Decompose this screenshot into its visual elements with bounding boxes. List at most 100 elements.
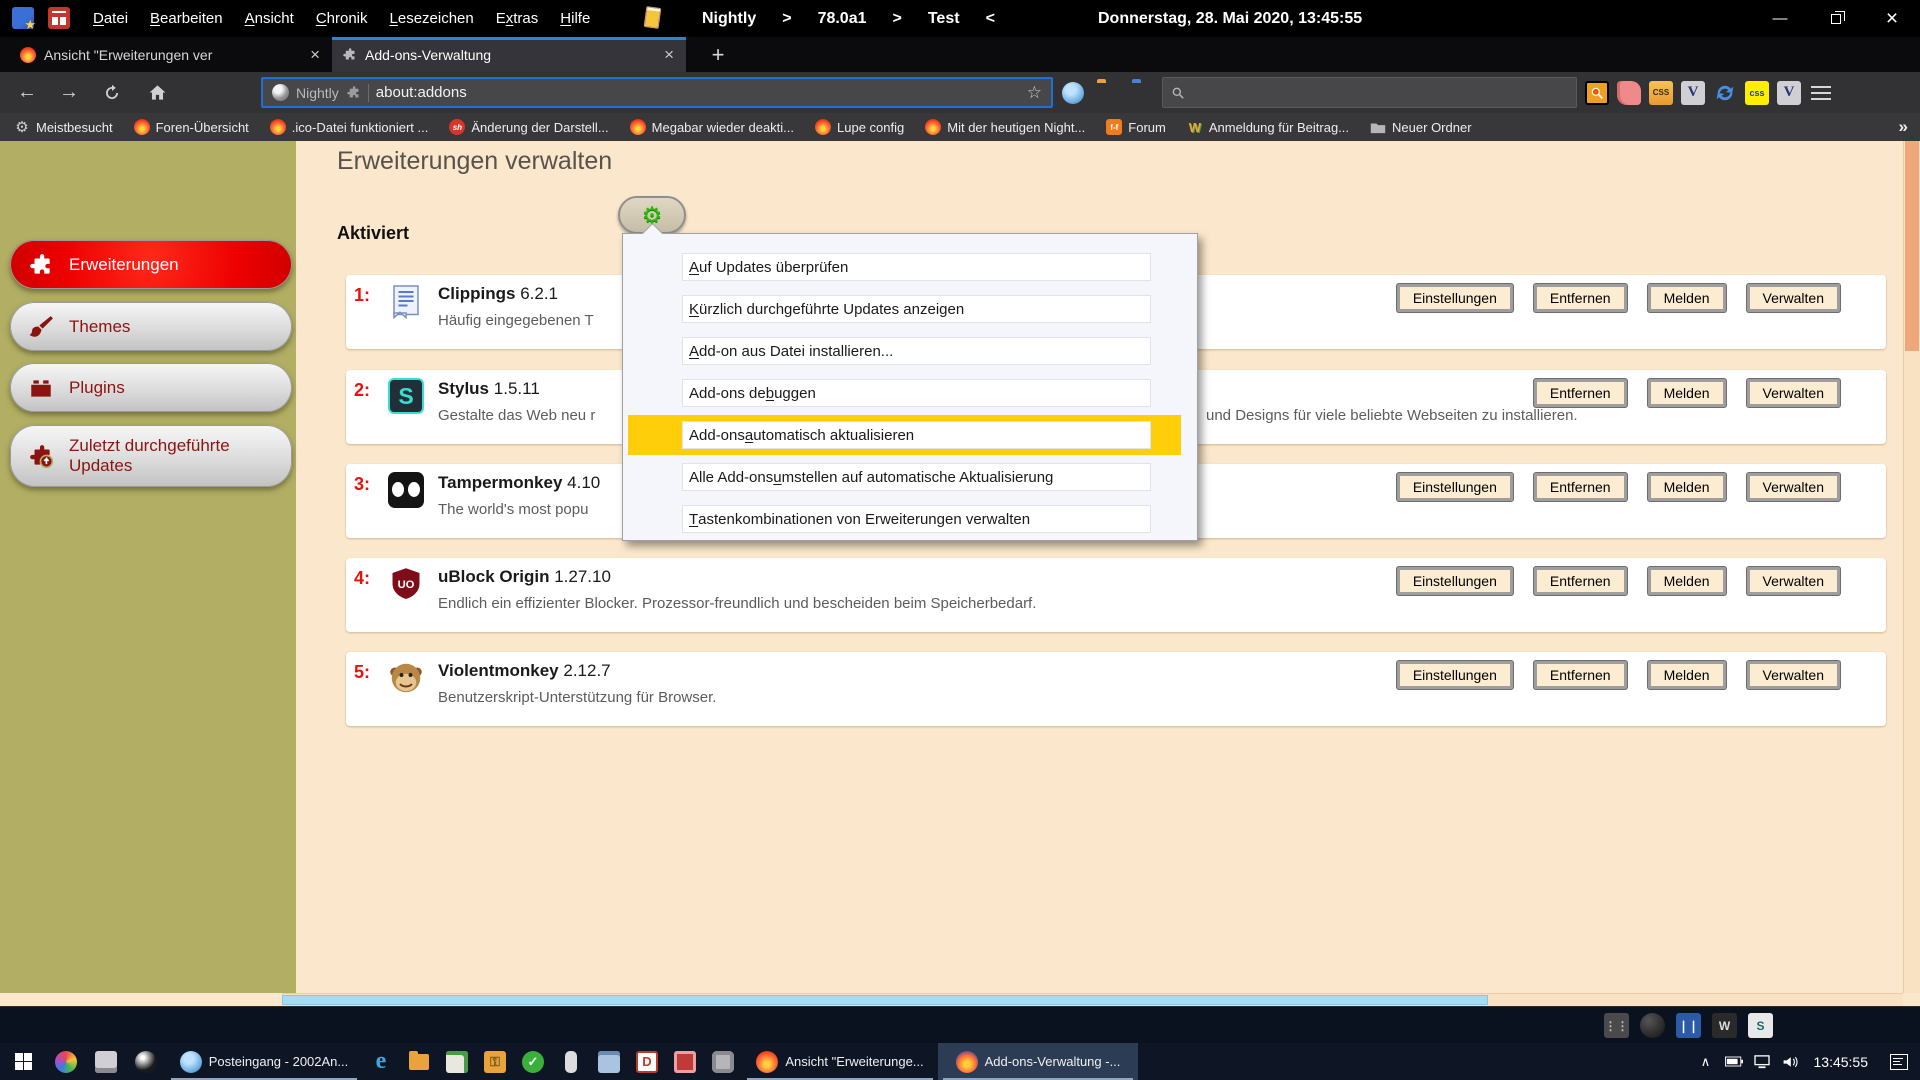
volume-icon[interactable] [1776,1043,1804,1080]
menu-datei[interactable]: Datei [82,10,139,27]
melden-button[interactable]: Melden [1648,567,1726,595]
melden-button[interactable]: Melden [1648,473,1726,501]
verwalten-button[interactable]: Verwalten [1747,661,1840,689]
menu-chronik[interactable]: Chronik [305,10,379,27]
verwalten-button[interactable]: Verwalten [1747,379,1840,407]
bookmark-star-icon[interactable]: ☆ [1027,83,1042,103]
sidebar-item-erweiterungen[interactable]: Erweiterungen [10,240,292,289]
bookmark-item[interactable]: Lupe config [815,119,904,135]
taskbar-clock[interactable]: 13:45:55 [1804,1043,1879,1080]
bookmark-item[interactable]: Mit der heutigen Night... [925,119,1085,135]
tray-flyout-icon-blue-book[interactable]: ❘❘ [1676,1013,1701,1038]
css-extension-icon[interactable]: css [1745,81,1769,105]
tab-addons-verwaltung-active[interactable]: Add-ons-Verwaltung × [332,37,686,72]
menu-item-addons-debuggen[interactable]: Add-ons debuggen [623,372,1197,414]
bookmark-item[interactable]: WAnmeldung für Beitrag... [1187,119,1349,135]
script-scroll-extension-icon[interactable] [1617,81,1641,105]
vertical-scrollbar[interactable] [1903,141,1920,993]
menu-bearbeiten[interactable]: Bearbeiten [139,10,234,27]
entfernen-button[interactable]: Entfernen [1534,567,1627,595]
magnifier-extension-icon[interactable] [1585,81,1609,105]
tray-expand-chevron[interactable]: ∧ [1692,1043,1720,1080]
entfernen-button[interactable]: Entfernen [1534,284,1627,312]
menu-item-automatisch-aktualisieren-highlighted[interactable]: Add-ons automatisch aktualisieren [623,414,1197,456]
taskbar-key-app-icon[interactable]: ⚿ [476,1043,514,1080]
tab-erweiterungen-ansicht[interactable]: Ansicht "Erweiterungen ver × [10,37,332,72]
einstellungen-button[interactable]: Einstellungen [1397,567,1513,595]
taskbar-edge-icon[interactable]: e [362,1043,400,1080]
tab-close-icon[interactable]: × [662,45,676,65]
menu-lesezeichen[interactable]: Lesezeichen [379,10,485,27]
bookmark-item[interactable]: .ico-Datei funktioniert ... [270,119,429,135]
start-button[interactable] [0,1043,46,1080]
reload-button[interactable] [95,77,129,108]
home-button[interactable] [140,77,174,108]
back-button[interactable]: ← [10,77,44,108]
taskbar-dark-globe-icon[interactable] [126,1043,166,1080]
melden-button[interactable]: Melden [1648,284,1726,312]
bookmark-item[interactable]: shÄnderung der Darstell... [449,119,608,135]
entfernen-button[interactable]: Entfernen [1534,473,1627,501]
melden-button[interactable]: Melden [1648,661,1726,689]
library-folder-icon[interactable] [1132,82,1154,104]
pinned-window-star-icon[interactable] [12,7,34,29]
menu-item-updates-anzeigen[interactable]: Kürzlich durchgeführte Updates anzeigen [623,288,1197,330]
menu-hilfe[interactable]: Hilfe [549,10,601,27]
minimize-button[interactable]: — [1752,0,1808,37]
taskbar-red-monitor-app-icon[interactable] [666,1043,704,1080]
taskbar-camera-app-icon[interactable] [704,1043,742,1080]
menu-item-addon-aus-datei[interactable]: Add-on aus Datei installieren... [623,330,1197,372]
menu-extras[interactable]: Extras [485,10,550,27]
vertical-scrollbar-thumb[interactable] [1905,141,1919,351]
sidebar-item-plugins[interactable]: Plugins [10,363,292,412]
taskbar-color-wheel-icon[interactable] [46,1043,86,1080]
bookmarks-overflow-chevron[interactable]: » [1899,117,1908,137]
addon-card-ublock[interactable]: 4: UO uBlock Origin 1.27.10 Endlich ein … [346,558,1886,632]
menu-item-tastenkombinationen[interactable]: Tastenkombinationen von Erweiterungen ve… [623,498,1197,540]
tray-flyout-icon-grid[interactable]: ⋮⋮ [1604,1013,1629,1038]
sidebar-item-themes[interactable]: Themes [10,302,292,351]
action-center-button[interactable] [1878,1043,1920,1080]
entfernen-button[interactable]: Entfernen [1534,661,1627,689]
close-button[interactable]: × [1864,0,1920,37]
bookmark-item[interactable]: Megabar wieder deakti... [630,119,794,135]
network-icon[interactable] [1748,1043,1776,1080]
tray-flyout-icon-s[interactable]: S [1748,1013,1773,1038]
taskbar-antivirus-check-icon[interactable]: ✓ [514,1043,552,1080]
new-tab-button[interactable]: + [700,37,736,72]
verwalten-button[interactable]: Verwalten [1747,473,1840,501]
verwalten-button[interactable]: Verwalten [1747,567,1840,595]
entfernen-button[interactable]: Entfernen [1534,379,1627,407]
battery-icon[interactable] [1720,1043,1748,1080]
v-extension-icon[interactable]: V [1681,81,1705,105]
url-bar[interactable]: Nightly about:addons ☆ [261,77,1053,108]
bookmark-item[interactable]: f-fForum [1106,119,1166,135]
menu-item-alle-umstellen[interactable]: Alle Add-ons umstellen auf automatische … [623,456,1197,498]
bookmark-item[interactable]: Neuer Ordner [1370,119,1471,135]
verwalten-button[interactable]: Verwalten [1747,284,1840,312]
downloads-folder-icon[interactable] [1097,82,1119,104]
taskbar-notepad-app-icon[interactable] [590,1043,628,1080]
restore-button[interactable] [1808,0,1864,37]
bookmark-item[interactable]: ⚙Meistbesucht [14,119,113,135]
sidebar-item-zuletzt-updates[interactable]: Zuletzt durchgeführte Updates [10,425,292,487]
v2-extension-icon[interactable]: V [1777,81,1801,105]
taskbar-bottle-app-icon[interactable] [552,1043,590,1080]
sync-refresh-extension-icon[interactable] [1713,81,1737,105]
search-bar[interactable] [1162,77,1577,108]
stylish-css-extension-icon[interactable]: CSS [1649,81,1673,105]
horizontal-scrollbar-thumb[interactable] [282,995,1488,1005]
einstellungen-button[interactable]: Einstellungen [1397,473,1513,501]
bookmark-item[interactable]: Foren-Übersicht [134,119,249,135]
einstellungen-button[interactable]: Einstellungen [1397,661,1513,689]
taskbar-thunderbird-task[interactable]: Posteingang - 2002An... [166,1043,362,1080]
taskbar-firefox-task-2-active[interactable]: Add-ons-Verwaltung -... [938,1043,1138,1080]
tray-flyout-icon-w[interactable]: W [1712,1013,1737,1038]
einstellungen-button[interactable]: Einstellungen [1397,284,1513,312]
thunderbird-icon[interactable] [1062,82,1084,104]
addon-card-violentmonkey[interactable]: 5: Violentmonkey 2.12.7 Benutzerskript-U… [346,652,1886,726]
taskbar-explorer-icon[interactable] [400,1043,438,1080]
menu-ansicht[interactable]: Ansicht [234,10,305,27]
pinned-grid-icon[interactable] [48,7,70,29]
taskbar-notes-app-icon[interactable] [438,1043,476,1080]
